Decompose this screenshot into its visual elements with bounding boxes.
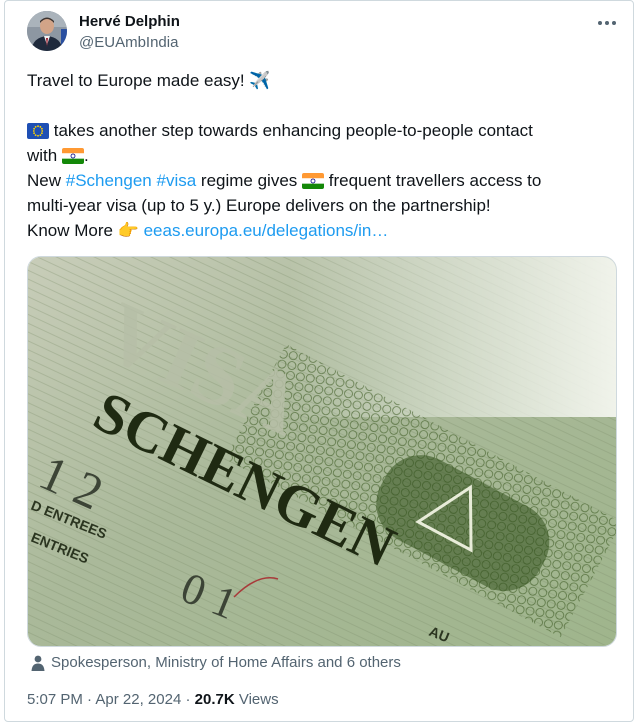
tweet-media-image[interactable]: VISA SCHENGEN 1 2 D ENTREES ENTRIES 0 1 … [27, 256, 617, 647]
schengen-visa-photo: VISA SCHENGEN 1 2 D ENTREES ENTRIES 0 1 … [28, 257, 616, 646]
views-count: 20.7K [194, 691, 235, 708]
views-label: Views [234, 691, 279, 708]
eu-flag-icon [27, 123, 49, 139]
author-handle[interactable]: @EUAmbIndia [79, 34, 178, 51]
tweet-line-4-mid: regime gives [196, 171, 303, 190]
tweet-line-3-text: with [27, 146, 62, 165]
india-flag-icon [302, 173, 325, 189]
meta-separator: · [181, 691, 195, 708]
social-context-link[interactable]: Spokesperson, Ministry of Home Affairs a… [51, 654, 401, 671]
know-more-text: Know More 👉 [27, 221, 144, 240]
hashtag-schengen[interactable]: #Schengen [66, 171, 152, 190]
hashtag-visa[interactable]: #visa [157, 171, 197, 190]
india-flag-icon [61, 148, 84, 164]
tweet-meta: 5:07 PM · Apr 22, 2024 · 20.7K Views [27, 691, 279, 708]
tweet-line-5: multi-year visa (up to 5 y.) Europe deli… [27, 196, 491, 215]
meta-separator: · [82, 691, 96, 708]
author-name[interactable]: Hervé Delphin [79, 13, 180, 30]
tweet-line-4: New #Schengen #visa regime gives frequen… [27, 171, 541, 191]
tweet-date[interactable]: Apr 22, 2024 [95, 691, 181, 708]
person-icon [31, 655, 45, 671]
tweet-line-6: Know More 👉 eeas.europa.eu/delegations/i… [27, 221, 388, 241]
tweet-line-3: with . [27, 146, 89, 166]
tweet-line-2-text: takes another step towards enhancing peo… [49, 121, 533, 140]
tweet-card: Hervé Delphin @EUAmbIndia Travel to Euro… [4, 0, 634, 722]
tweet-line-4-end: frequent travellers access to [324, 171, 542, 190]
avatar-photo [27, 11, 67, 51]
tweet-line-2: takes another step towards enhancing peo… [27, 121, 533, 141]
tweet-line-3-end: . [83, 146, 89, 165]
tweet-time[interactable]: 5:07 PM [27, 691, 83, 708]
tweet-line-4-prefix: New [27, 171, 66, 190]
avatar[interactable] [27, 11, 67, 51]
tweet-line-1: Travel to Europe made easy! ✈️ [27, 71, 271, 90]
article-link[interactable]: eeas.europa.eu/delegations/in… [144, 221, 389, 240]
more-options-icon[interactable] [595, 13, 619, 33]
